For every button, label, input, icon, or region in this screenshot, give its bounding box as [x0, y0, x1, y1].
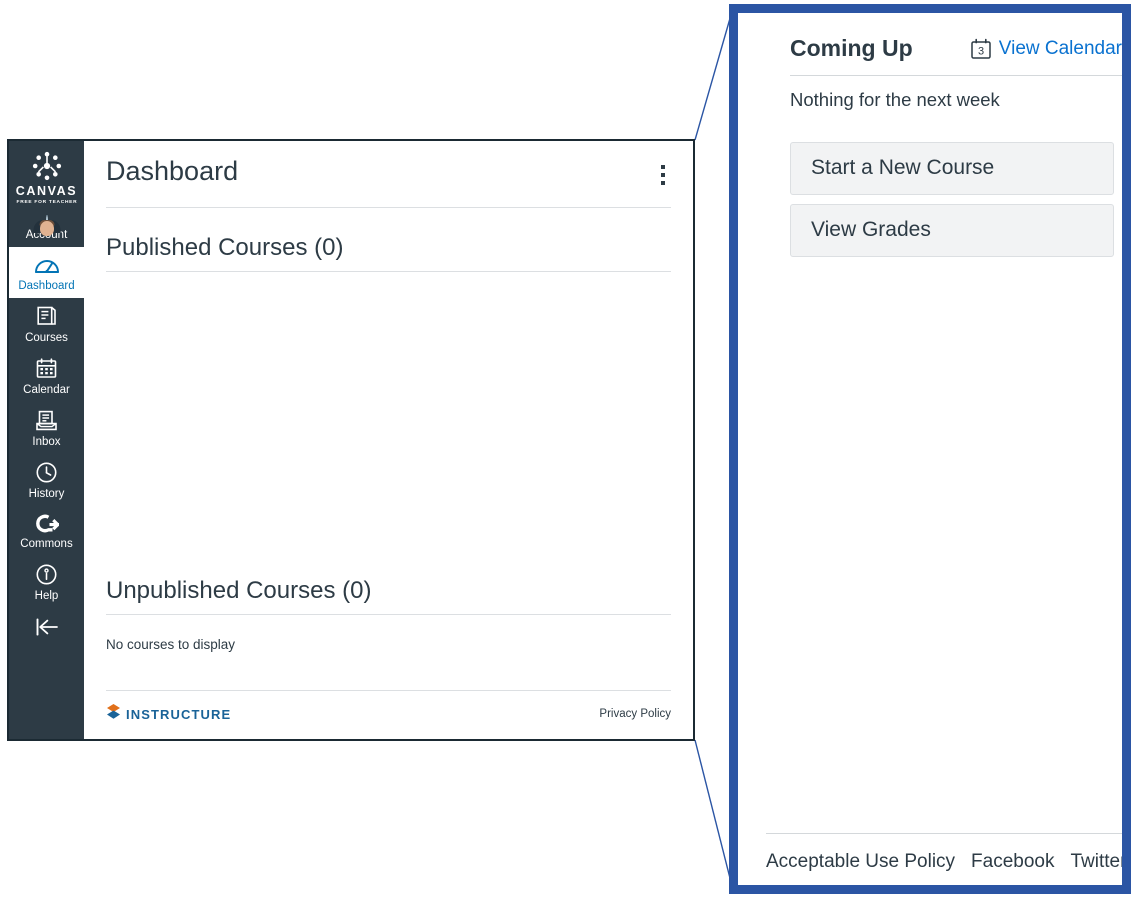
- coming-up-empty-message: Nothing for the next week: [790, 89, 1000, 110]
- start-new-course-button[interactable]: Start a New Course: [790, 142, 1114, 195]
- sidebar-item-calendar[interactable]: Calendar: [9, 350, 84, 402]
- coming-up-header: Coming Up 3 View Calendar: [738, 13, 1122, 62]
- unpublished-courses-list: [106, 652, 671, 690]
- commons-arrow-icon: [34, 513, 60, 534]
- sidebar-item-inbox[interactable]: Inbox: [9, 402, 84, 454]
- calendar-icon: [35, 357, 58, 380]
- collapse-sidebar-button[interactable]: [33, 616, 61, 651]
- sidebar-item-label-inbox: Inbox: [32, 436, 61, 448]
- sidebar-item-account[interactable]: Account: [9, 215, 84, 247]
- coming-up-title: Coming Up: [790, 35, 913, 61]
- collapse-left-arrow-icon: [33, 618, 61, 642]
- dashboard-content: Dashboard Published Courses (0) Unpublis…: [84, 141, 693, 739]
- callout-footer-links: Acceptable Use Policy Facebook Twitter: [766, 833, 1122, 885]
- sidebar-item-history[interactable]: History: [9, 454, 84, 506]
- inbox-icon: [35, 409, 58, 432]
- facebook-link[interactable]: Facebook: [971, 851, 1054, 873]
- courses-book-icon: [35, 305, 58, 328]
- unpublished-courses-heading: Unpublished Courses (0): [106, 577, 671, 615]
- quick-action-buttons: Start a New Course View Grades: [790, 142, 1114, 257]
- privacy-policy-link[interactable]: Privacy Policy: [599, 708, 671, 720]
- sidebar-item-label-calendar: Calendar: [23, 384, 70, 396]
- canvas-tagline: FREE FOR TEACHER: [16, 198, 77, 205]
- sidebar-item-courses[interactable]: Courses: [9, 298, 84, 350]
- instructure-logo: INSTRUCTURE: [106, 703, 231, 725]
- published-courses-list: [106, 272, 671, 551]
- view-calendar-button[interactable]: 3 View Calendar: [970, 38, 1122, 60]
- twitter-link[interactable]: Twitter: [1071, 851, 1123, 873]
- coming-up-divider: [790, 75, 1122, 76]
- sidebar-item-help[interactable]: Help: [9, 556, 84, 608]
- canvas-logo[interactable]: CANVAS FREE FOR TEACHER: [16, 151, 77, 204]
- global-navigation-sidebar: CANVAS FREE FOR TEACHER Account: [9, 141, 84, 739]
- avatar: [33, 215, 60, 236]
- canvas-wordmark: CANVAS: [15, 184, 78, 198]
- sidebar-item-commons[interactable]: Commons: [9, 506, 84, 556]
- acceptable-use-policy-link[interactable]: Acceptable Use Policy: [766, 851, 955, 873]
- clock-icon: [35, 461, 58, 484]
- help-info-icon: [35, 563, 58, 586]
- callout-empty-space: [738, 257, 1122, 833]
- zoom-callout-panel: Coming Up 3 View Calendar Nothing for th…: [729, 4, 1131, 894]
- sidebar-item-label-history: History: [28, 488, 65, 500]
- dashboard-icon: [34, 254, 60, 276]
- kebab-menu-icon[interactable]: [655, 157, 671, 193]
- page-footer: INSTRUCTURE Privacy Policy: [106, 690, 671, 739]
- coming-up-sidebar: Coming Up 3 View Calendar Nothing for th…: [738, 13, 1122, 885]
- canvas-ring-icon: [32, 151, 62, 181]
- sidebar-item-dashboard[interactable]: Dashboard: [9, 247, 84, 298]
- sidebar-item-label-help: Help: [34, 590, 59, 602]
- view-calendar-link[interactable]: View Calendar: [999, 38, 1122, 60]
- published-courses-heading: Published Courses (0): [106, 234, 671, 272]
- sidebar-item-label-commons: Commons: [20, 538, 73, 550]
- instructure-wordmark: INSTRUCTURE: [126, 706, 232, 722]
- calendar-3-icon: 3: [970, 38, 992, 60]
- svg-text:3: 3: [978, 45, 984, 57]
- page-header: Dashboard: [106, 141, 671, 208]
- unpublished-empty-message: No courses to display: [106, 637, 236, 652]
- sidebar-item-label-dashboard: Dashboard: [18, 280, 75, 292]
- canvas-browser-window: CANVAS FREE FOR TEACHER Account: [7, 139, 695, 741]
- instructure-diamond-icon: [106, 703, 121, 725]
- view-grades-button[interactable]: View Grades: [790, 204, 1114, 257]
- page-title: Dashboard: [106, 156, 239, 186]
- sidebar-item-label-courses: Courses: [25, 332, 68, 344]
